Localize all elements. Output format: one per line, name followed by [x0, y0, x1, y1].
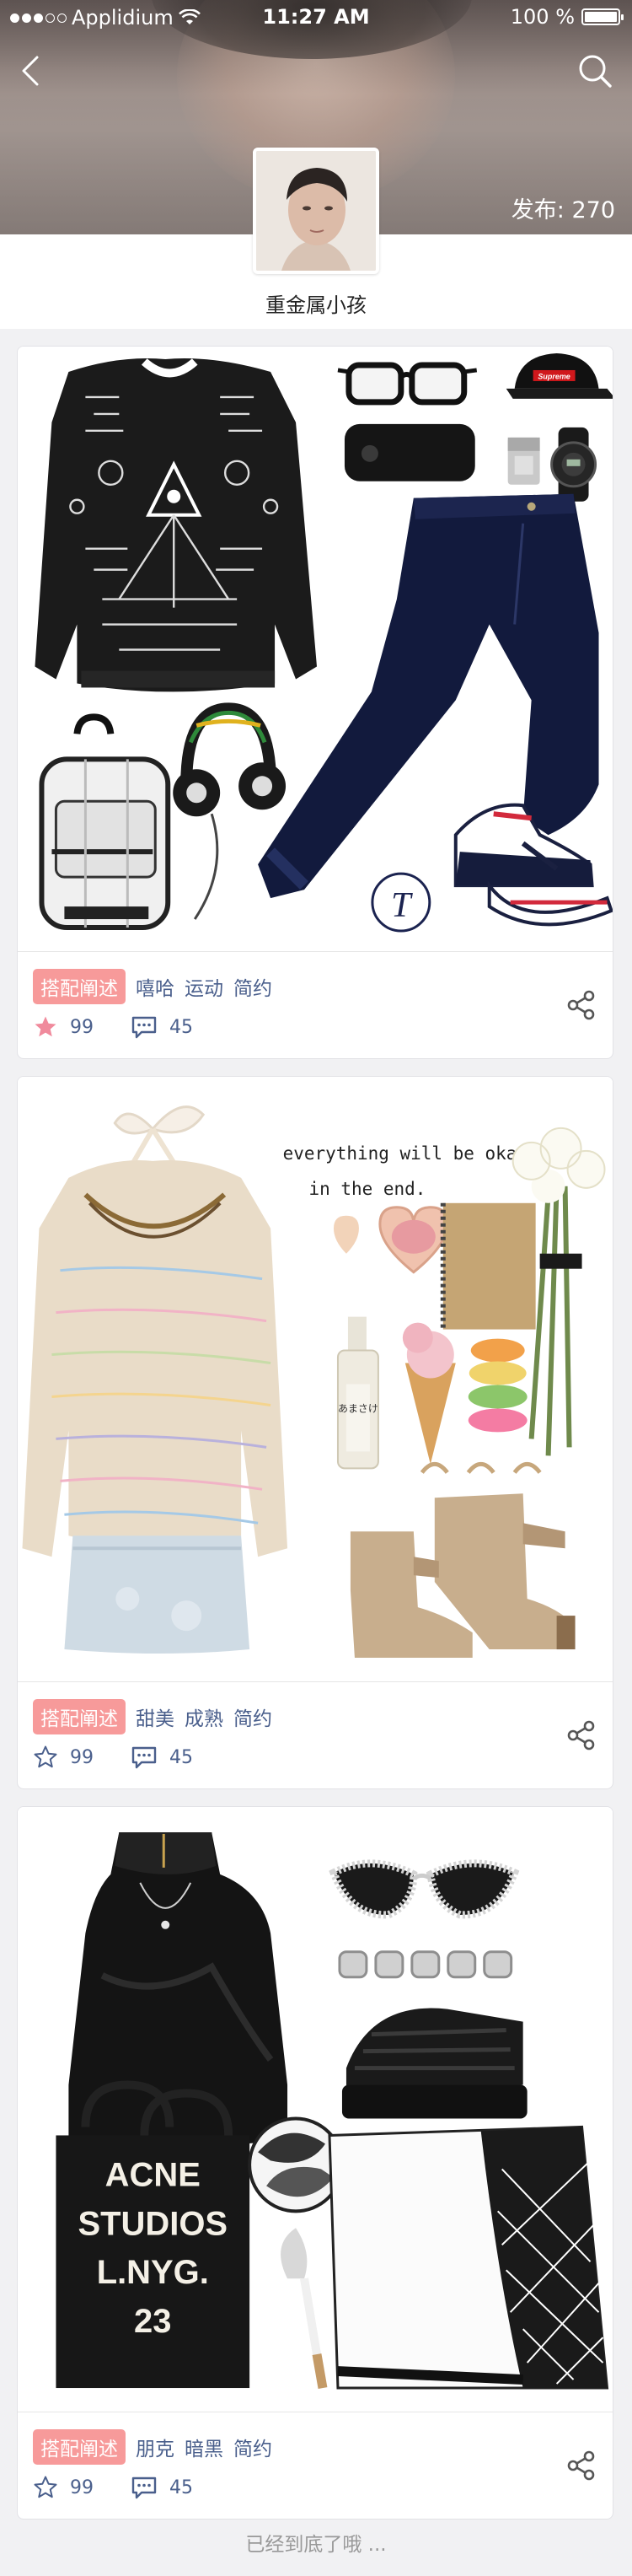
tag-link[interactable]: 甜美	[136, 1702, 174, 1731]
like-count: 99	[70, 1016, 94, 1038]
fish-symbol-image	[248, 2116, 344, 2213]
outfit-card[interactable]: everything will be okay in the end. あまさけ…	[17, 1076, 613, 1789]
comment-icon	[131, 1016, 157, 1039]
metal-rings-image	[338, 1950, 513, 1979]
ankle-boots-image	[350, 1493, 576, 1659]
battery-icon	[581, 8, 624, 25]
comment-button[interactable]: 45	[131, 2475, 193, 2500]
outfit-collage[interactable]: ACNE STUDIOS L.NYG. 23	[18, 1807, 613, 2412]
share-button[interactable]	[565, 1719, 597, 1751]
like-button[interactable]: 99	[33, 2475, 94, 2500]
stats-row: 99 45	[33, 1745, 230, 1770]
glasses-image	[337, 362, 478, 406]
tag-row: 搭配阐述 朋克 暗黑 简约	[33, 2429, 272, 2465]
star-icon	[35, 1016, 56, 1037]
ice-cream-image	[402, 1322, 456, 1465]
watch-image	[550, 427, 597, 502]
username: 重金属小孩	[265, 293, 367, 317]
tag-link[interactable]: 朋克	[136, 2433, 174, 2461]
search-icon	[579, 55, 612, 88]
glasses-case-image	[344, 423, 475, 481]
status-bar: Applidium 11:27 AM 100 %	[0, 0, 632, 35]
comment-button[interactable]: 45	[131, 1745, 193, 1770]
stats-row: 99 45	[33, 2475, 230, 2500]
comment-icon	[131, 1746, 157, 1769]
sake-bottle-image: あまさけ	[336, 1316, 379, 1470]
outfit-card[interactable]: ACNE STUDIOS L.NYG. 23 搭配阐述 朋克 暗黑 简约 99 …	[17, 1806, 613, 2520]
like-button[interactable]: 99	[33, 1014, 94, 1040]
bag-print-text: 23	[134, 2303, 171, 2340]
platform-sandals-image	[341, 2008, 528, 2119]
outfit-description-badge[interactable]: 搭配阐述	[33, 2429, 126, 2465]
tag-link[interactable]: 运动	[185, 972, 223, 1001]
star-icon	[34, 1745, 57, 1768]
share-icon	[567, 990, 595, 1020]
lighter-image	[507, 437, 540, 485]
star-icon	[34, 2476, 57, 2498]
collage-caption: everything will be okay	[283, 1143, 528, 1164]
tag-link[interactable]: 成熟	[185, 1702, 223, 1731]
outfit-collage[interactable]: Supreme T	[18, 347, 613, 952]
post-count: 发布: 270	[511, 197, 615, 223]
cap-image: Supreme	[506, 352, 613, 399]
search-button[interactable]	[576, 52, 613, 89]
like-count: 99	[70, 1746, 94, 1768]
bag-print-text: L.NYG.	[97, 2254, 209, 2291]
brand-logo-image: T	[371, 872, 431, 933]
battery-percent: 100 %	[510, 5, 575, 29]
sake-label: あまさけ	[338, 1402, 378, 1414]
outfit-card[interactable]: Supreme T 搭配阐述 嘻哈 运动 简约 99 45	[17, 346, 613, 1059]
sweatshirt-image	[35, 358, 317, 692]
comment-count: 45	[169, 1746, 193, 1768]
share-button[interactable]	[565, 2450, 597, 2482]
comment-count: 45	[169, 1016, 193, 1038]
bag-print-text: STUDIOS	[78, 2205, 228, 2242]
stats-row: 99 45	[33, 1014, 230, 1040]
avatar[interactable]	[253, 148, 379, 274]
comment-icon	[131, 2477, 157, 2499]
outfit-description-badge[interactable]: 搭配阐述	[33, 969, 126, 1004]
share-icon	[567, 2450, 595, 2481]
blush-compact-image	[333, 1206, 449, 1274]
cigarette-image	[281, 2228, 328, 2389]
macarons-image	[468, 1338, 528, 1433]
collage-caption: in the end.	[308, 1179, 426, 1199]
notebook-image	[440, 1202, 536, 1330]
rings-image	[420, 1461, 542, 1474]
tag-link[interactable]: 简约	[233, 2433, 272, 2461]
chevron-left-icon	[22, 56, 39, 86]
svg-text:Supreme: Supreme	[538, 372, 570, 380]
comment-button[interactable]: 45	[131, 1014, 193, 1040]
sweater-image	[22, 1160, 288, 1557]
denim-skirt-image	[64, 1535, 250, 1654]
velvet-top-image	[68, 1831, 288, 2146]
share-icon	[567, 1720, 595, 1750]
tag-link[interactable]: 暗黑	[185, 2433, 223, 2461]
share-button[interactable]	[565, 989, 597, 1021]
tag-row: 搭配阐述 甜美 成熟 简约	[33, 1699, 272, 1734]
bag-print-text: ACNE	[105, 2156, 201, 2193]
tag-link[interactable]: 简约	[233, 972, 272, 1001]
back-button[interactable]	[15, 52, 49, 89]
sunglasses-image	[329, 1859, 520, 1919]
tag-link[interactable]: 嘻哈	[136, 972, 174, 1001]
wrap-skirt-image	[328, 2125, 609, 2390]
svg-text:T: T	[391, 886, 413, 925]
outfit-description-badge[interactable]: 搭配阐述	[33, 1699, 126, 1734]
tag-row: 搭配阐述 嘻哈 运动 简约	[33, 969, 272, 1004]
end-of-list-text: 已经到底了哦 ...	[245, 2534, 387, 2556]
backpack-image	[39, 713, 171, 931]
comment-count: 45	[169, 2477, 193, 2498]
like-button[interactable]: 99	[33, 1745, 94, 1770]
outfit-collage[interactable]: everything will be okay in the end. あまさけ	[18, 1077, 613, 1682]
tag-link[interactable]: 简约	[233, 1702, 272, 1731]
sneakers-image	[453, 803, 613, 927]
like-count: 99	[70, 2477, 94, 2498]
